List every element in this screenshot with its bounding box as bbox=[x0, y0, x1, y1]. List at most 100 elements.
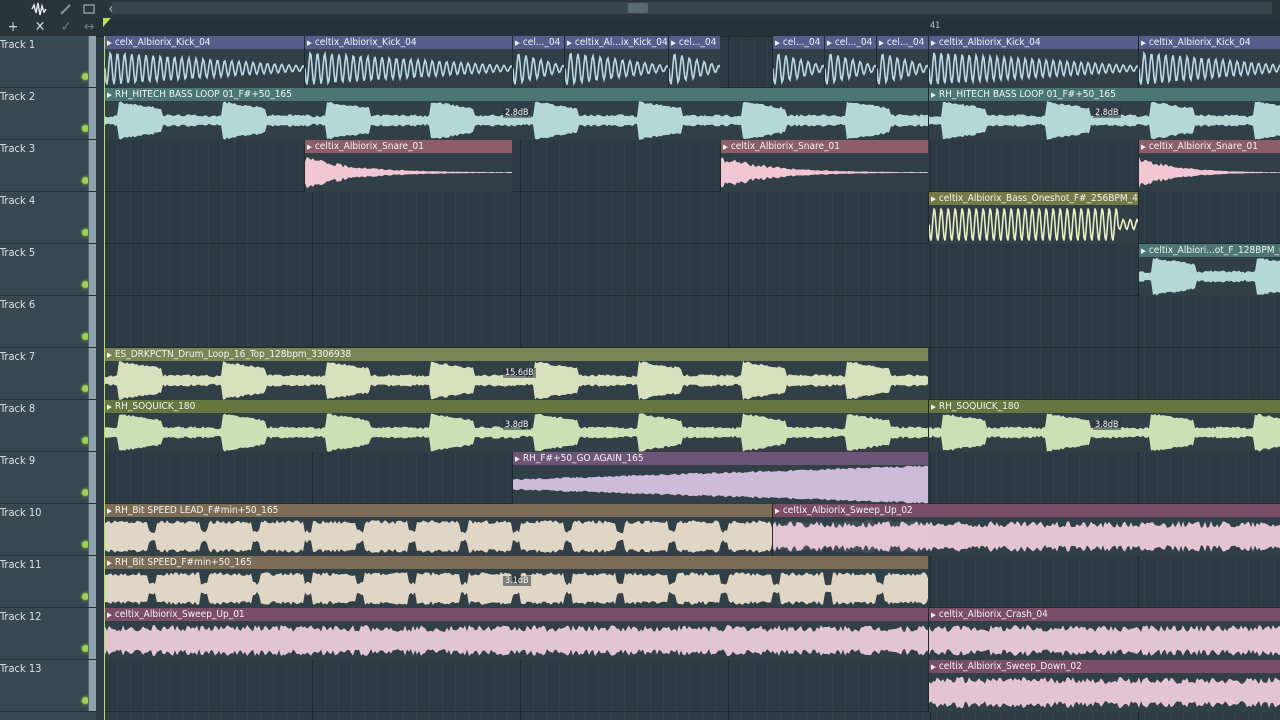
audio-clip[interactable]: ▶ celtix_Al...ix_Kick_04 bbox=[564, 36, 668, 88]
waveform-icon[interactable] bbox=[30, 1, 48, 17]
clip-menu-icon[interactable]: ▶ bbox=[107, 403, 112, 411]
clip-title[interactable]: ▶ cel..._04 bbox=[513, 36, 564, 49]
clip-menu-icon[interactable]: ▶ bbox=[775, 507, 780, 515]
audio-clip[interactable]: ▶ celtix_Albiorix_Sweep_Down_02 bbox=[928, 660, 1280, 712]
clip-title[interactable]: ▶ RH_SOQUICK_180 bbox=[929, 400, 1280, 413]
audio-clip[interactable]: ▶ cel..._04 bbox=[772, 36, 824, 88]
track-resize-strip[interactable] bbox=[88, 452, 96, 503]
clip-title[interactable]: ▶ celtix_Albiorix_Kick_04 bbox=[1139, 36, 1280, 49]
clip-title[interactable]: ▶ celtix_Albiorix_Kick_04 bbox=[929, 36, 1138, 49]
paint-icon[interactable] bbox=[80, 1, 98, 17]
audio-clip[interactable]: ▶ RH_SOQUICK_180 3.8dB bbox=[104, 400, 928, 452]
audio-clip[interactable]: ▶ celtix_Albiorix_Sweep_Up_02 bbox=[772, 504, 1280, 556]
audio-clip[interactable]: ▶ celtix_Albiorix_Kick_04 bbox=[928, 36, 1138, 88]
clip-title[interactable]: ▶ celtix_Albiorix_Bass_Oneshot_F#_256BPM_… bbox=[929, 192, 1138, 205]
track-resize-strip[interactable] bbox=[88, 660, 96, 711]
clip-menu-icon[interactable]: ▶ bbox=[1141, 39, 1146, 47]
audio-clip[interactable]: ▶ ES_DRKPCTN_Drum_Loop_16_Top_128bpm_3306… bbox=[104, 348, 928, 400]
track-resize-strip[interactable] bbox=[88, 556, 96, 607]
clip-menu-icon[interactable]: ▶ bbox=[307, 143, 312, 151]
track-resize-strip[interactable] bbox=[88, 504, 96, 555]
audio-clip[interactable]: ▶ RH_HITECH BASS LOOP 01_F#+50_165 2.8dB bbox=[104, 88, 928, 140]
clip-title[interactable]: ▶ RH_HITECH BASS LOOP 01_F#+50_165 bbox=[929, 88, 1280, 101]
track-lane[interactable] bbox=[104, 140, 1280, 192]
audio-clip[interactable]: ▶ celtix_Albiorix_Snare_01 bbox=[304, 140, 512, 192]
track-header[interactable]: Track 2 bbox=[0, 88, 96, 140]
clip-title[interactable]: ▶ cel..._04 bbox=[877, 36, 928, 49]
audio-clip[interactable]: ▶ cel..._04 bbox=[876, 36, 928, 88]
playhead-marker[interactable] bbox=[103, 18, 111, 27]
track-header[interactable]: Track 10 bbox=[0, 504, 96, 556]
track-header[interactable]: Track 9 bbox=[0, 452, 96, 504]
clip-menu-icon[interactable]: ▶ bbox=[1141, 143, 1146, 151]
clip-menu-icon[interactable]: ▶ bbox=[879, 39, 884, 47]
track-resize-strip[interactable] bbox=[88, 296, 96, 347]
clip-title[interactable]: ▶ celtix_Albiorix_Sweep_Down_02 bbox=[929, 660, 1280, 673]
track-header[interactable]: Track 1 bbox=[0, 36, 96, 88]
track-header[interactable]: Track 12 bbox=[0, 608, 96, 660]
clip-menu-icon[interactable]: ▶ bbox=[107, 351, 112, 359]
clip-title[interactable]: ▶ celx_Albiorix_Kick_04 bbox=[105, 36, 304, 49]
track-resize-strip[interactable] bbox=[88, 608, 96, 659]
clip-title[interactable]: ▶ ES_DRKPCTN_Drum_Loop_16_Top_128bpm_3306… bbox=[105, 348, 928, 361]
track-resize-strip[interactable] bbox=[88, 88, 96, 139]
clip-menu-icon[interactable]: ▶ bbox=[931, 403, 936, 411]
audio-clip[interactable]: ▶ celx_Albiorix_Kick_04 bbox=[104, 36, 304, 88]
clip-title[interactable]: ▶ celtix_Albiorix_Snare_01 bbox=[305, 140, 512, 153]
clip-title[interactable]: ▶ celtix_Albiorix_Snare_01 bbox=[1139, 140, 1280, 153]
audio-clip[interactable]: ▶ RH_SOQUICK_180 3.8dB bbox=[928, 400, 1280, 452]
clip-title[interactable]: ▶ celtix_Albiorix_Crash_04 bbox=[929, 608, 1280, 621]
clip-menu-icon[interactable]: ▶ bbox=[931, 611, 936, 619]
track-lane[interactable] bbox=[104, 244, 1280, 296]
audio-clip[interactable]: ▶ RH_Bit SPEED_F#min+50_165 3.1dB bbox=[104, 556, 928, 608]
clip-menu-icon[interactable]: ▶ bbox=[931, 195, 936, 203]
audio-clip[interactable]: ▶ celtix_Albiori...ot_F_128BPM_6 bbox=[1138, 244, 1280, 296]
clip-menu-icon[interactable]: ▶ bbox=[827, 39, 832, 47]
add-icon[interactable]: + bbox=[4, 18, 22, 36]
track-header[interactable]: Track 7 bbox=[0, 348, 96, 400]
track-header[interactable]: Track 6 bbox=[0, 296, 96, 348]
audio-clip[interactable]: ▶ RH_F#+50_GO AGAIN_165 bbox=[512, 452, 928, 504]
clip-menu-icon[interactable]: ▶ bbox=[671, 39, 676, 47]
playlist-lanes[interactable]: ▶ celx_Albiorix_Kick_04 ▶ celtix_Albiorix_K… bbox=[104, 36, 1280, 720]
clip-menu-icon[interactable]: ▶ bbox=[567, 39, 572, 47]
audio-clip[interactable]: ▶ celtix_Albiorix_Kick_04 bbox=[304, 36, 512, 88]
clip-menu-icon[interactable]: ▶ bbox=[515, 39, 520, 47]
clip-menu-icon[interactable]: ▶ bbox=[931, 39, 936, 47]
audio-clip[interactable]: ▶ celtix_Albiorix_Snare_01 bbox=[720, 140, 928, 192]
audio-clip[interactable]: ▶ celtix_Albiorix_Sweep_Up_01 bbox=[104, 608, 928, 660]
timeline-ruler[interactable]: 41 bbox=[96, 18, 1280, 37]
track-header[interactable]: Track 4 bbox=[0, 192, 96, 244]
track-resize-strip[interactable] bbox=[88, 36, 96, 87]
audio-clip[interactable]: ▶ celtix_Albiorix_Bass_Oneshot_F#_256BPM_… bbox=[928, 192, 1138, 244]
track-header[interactable]: Track 8 bbox=[0, 400, 96, 452]
track-resize-strip[interactable] bbox=[88, 348, 96, 399]
track-header[interactable]: Track 13 bbox=[0, 660, 96, 712]
clip-menu-icon[interactable]: ▶ bbox=[1141, 247, 1146, 255]
audio-clip[interactable]: ▶ cel..._04 bbox=[512, 36, 564, 88]
track-header[interactable]: Track 11 bbox=[0, 556, 96, 608]
clip-menu-icon[interactable]: ▶ bbox=[107, 91, 112, 99]
audio-clip[interactable]: ▶ RH_HITECH BASS LOOP 01_F#+50_165 2.8dB bbox=[928, 88, 1280, 140]
clip-menu-icon[interactable]: ▶ bbox=[723, 143, 728, 151]
clip-title[interactable]: ▶ celtix_Albiori...ot_F_128BPM_6 bbox=[1139, 244, 1280, 257]
clip-menu-icon[interactable]: ▶ bbox=[107, 611, 112, 619]
audio-clip[interactable]: ▶ celtix_Albiorix_Crash_04 bbox=[928, 608, 1280, 660]
clip-title[interactable]: ▶ RH_HITECH BASS LOOP 01_F#+50_165 bbox=[105, 88, 928, 101]
clip-title[interactable]: ▶ cel..._04 bbox=[773, 36, 824, 49]
track-resize-strip[interactable] bbox=[88, 192, 96, 243]
mute-icon[interactable]: ✓ bbox=[57, 18, 75, 36]
clip-title[interactable]: ▶ celtix_Albiorix_Sweep_Up_01 bbox=[105, 608, 928, 621]
clip-title[interactable]: ▶ cel..._04 bbox=[825, 36, 876, 49]
audio-clip[interactable]: ▶ cel..._04 bbox=[824, 36, 876, 88]
audio-clip[interactable]: ▶ celtix_Albiorix_Snare_01 bbox=[1138, 140, 1280, 192]
clip-title[interactable]: ▶ RH_SOQUICK_180 bbox=[105, 400, 928, 413]
track-resize-strip[interactable] bbox=[88, 400, 96, 451]
audio-clip[interactable]: ▶ cel..._04 bbox=[668, 36, 720, 88]
draw-icon[interactable] bbox=[57, 1, 75, 17]
clip-menu-icon[interactable]: ▶ bbox=[775, 39, 780, 47]
clip-title[interactable]: ▶ celtix_Albiorix_Kick_04 bbox=[305, 36, 512, 49]
clip-menu-icon[interactable]: ▶ bbox=[307, 39, 312, 47]
track-header[interactable]: Track 3 bbox=[0, 140, 96, 192]
horizontal-scrollbar[interactable] bbox=[112, 2, 1272, 14]
